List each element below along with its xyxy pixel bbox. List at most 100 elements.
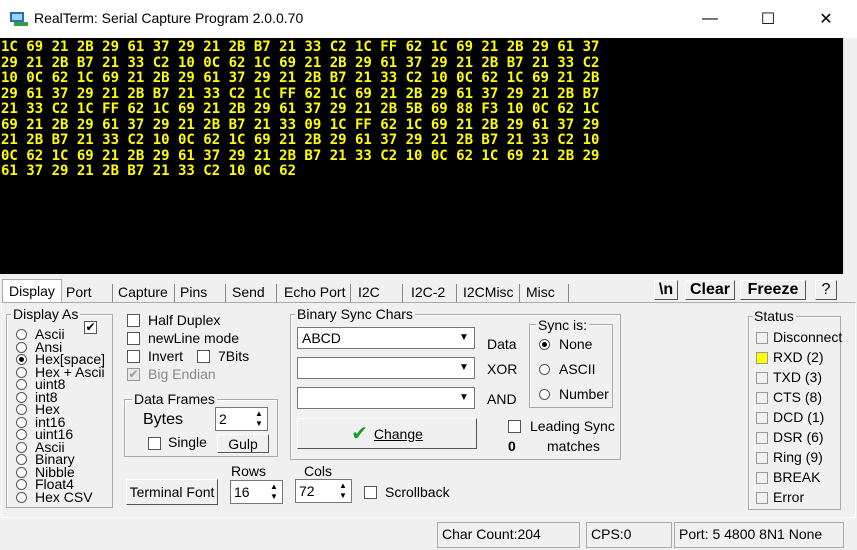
- tab-divider: [276, 284, 277, 302]
- display-as-radio[interactable]: [16, 429, 27, 440]
- data-frames-label: Data Frames: [132, 391, 217, 407]
- terminal-line: 61 37 29 21 2B B7 21 33 C2 10 0C 62: [1, 163, 297, 179]
- status-item-label: DCD (1): [773, 409, 825, 425]
- tab-divider: [519, 284, 520, 302]
- tab-divider: [568, 284, 569, 302]
- big-endian-label: Big Endian: [148, 366, 216, 382]
- sync-data-value: ABCD: [302, 330, 341, 346]
- terminal-line: 21 33 C2 1C FF 62 1C 69 21 2B 29 61 37 2…: [1, 101, 600, 117]
- tab-echo-port[interactable]: Echo Port: [284, 282, 345, 302]
- newline-mode-checkbox[interactable]: [127, 332, 140, 345]
- tab-divider: [456, 284, 457, 302]
- tab-i2c-2[interactable]: I2C-2: [411, 282, 445, 302]
- 7bits-label: 7Bits: [218, 348, 250, 364]
- display-as-radio[interactable]: [16, 354, 27, 365]
- tab-i2c[interactable]: I2C: [358, 282, 380, 302]
- terminal-line: 0C 62 1C 69 21 2B 29 61 37 29 21 2B B7 2…: [1, 147, 600, 164]
- cols-label: Cols: [304, 463, 333, 479]
- chevron-down-icon[interactable]: ▼: [456, 330, 472, 346]
- newline-mode-label: newLine mode: [148, 330, 240, 346]
- minimize-icon: —: [702, 10, 718, 27]
- minimize-button[interactable]: —: [681, 0, 739, 38]
- rows-label: Rows: [231, 463, 267, 479]
- display-as-option-label: Hex CSV: [35, 488, 93, 505]
- window-title: RealTerm: Serial Capture Program 2.0.0.7…: [34, 10, 304, 26]
- display-as-radio[interactable]: [16, 366, 27, 378]
- tab-divider: [402, 284, 403, 302]
- sync-xor-combo[interactable]: ▼: [297, 357, 475, 379]
- display-as-radio[interactable]: [16, 404, 27, 415]
- cols-spinner[interactable]: 72 ▲ ▼: [295, 479, 352, 503]
- invert-checkbox[interactable]: [127, 350, 140, 363]
- sync-is-radio[interactable]: [539, 339, 550, 350]
- status-item-label: BREAK: [773, 469, 821, 485]
- sync-data-combo[interactable]: ABCD ▼: [297, 327, 475, 349]
- terminal-scrollbar[interactable]: [843, 38, 857, 274]
- newline-button[interactable]: \n: [654, 280, 678, 300]
- status-item-label: Error: [773, 489, 805, 505]
- tab-pins[interactable]: Pins: [180, 282, 207, 302]
- display-as-radio[interactable]: [16, 441, 27, 453]
- leading-sync-checkbox[interactable]: [508, 420, 521, 433]
- chevron-down-icon[interactable]: ▼: [456, 390, 472, 406]
- sync-and-combo[interactable]: ▼: [297, 387, 475, 409]
- display-as-checkbox[interactable]: ✔: [84, 321, 97, 334]
- display-as-radio[interactable]: [16, 416, 27, 428]
- sync-is-option-label: None: [559, 336, 593, 352]
- scrollback-checkbox[interactable]: [364, 486, 377, 499]
- tab-display[interactable]: Display: [2, 279, 62, 303]
- gulp-button[interactable]: Gulp: [217, 434, 269, 453]
- status-led: [756, 332, 768, 344]
- display-as-radio[interactable]: [16, 341, 27, 353]
- status-item-label: RXD (2): [773, 349, 824, 365]
- tab-i2cmisc[interactable]: I2CMisc: [463, 282, 514, 302]
- status-item-label: DSR (6): [773, 429, 824, 445]
- half-duplex-checkbox[interactable]: [127, 314, 140, 327]
- spin-arrows-icon[interactable]: ▲ ▼: [267, 482, 281, 502]
- terminal-output[interactable]: 1C 69 21 2B 29 61 37 29 21 2B B7 21 33 C…: [0, 38, 843, 274]
- display-as-radio[interactable]: [16, 454, 27, 465]
- terminal-line: 1C 69 21 2B 29 61 37 29 21 2B B7 21 33 C…: [1, 39, 600, 55]
- spin-arrows-icon[interactable]: ▲ ▼: [252, 409, 266, 429]
- invert-label: Invert: [148, 348, 184, 364]
- status-led: [756, 492, 768, 504]
- status-item-label: CTS (8): [773, 389, 822, 405]
- display-as-radio[interactable]: [16, 379, 27, 390]
- help-button[interactable]: ?: [815, 280, 837, 300]
- chevron-down-icon[interactable]: ▼: [456, 360, 472, 376]
- sync-is-radio[interactable]: [539, 364, 550, 375]
- sync-is-label: Sync is:: [536, 317, 590, 333]
- tab-capture[interactable]: Capture: [118, 282, 168, 302]
- green-checkmark-icon: ✔: [351, 423, 368, 445]
- single-checkbox[interactable]: [148, 437, 161, 450]
- bytes-spinner[interactable]: 2 ▲ ▼: [215, 407, 268, 431]
- tab-port[interactable]: Port: [66, 282, 92, 302]
- maximize-button[interactable]: ☐: [739, 0, 797, 38]
- status-led: [756, 352, 768, 364]
- display-as-radio[interactable]: [16, 466, 27, 478]
- close-button[interactable]: ✕: [797, 0, 855, 38]
- terminal-font-button[interactable]: Terminal Font: [126, 479, 218, 505]
- rows-spinner[interactable]: 16 ▲ ▼: [230, 480, 283, 504]
- display-as-radio[interactable]: [16, 491, 27, 503]
- status-label: Status: [752, 308, 796, 324]
- cols-value: 72: [299, 483, 315, 499]
- big-endian-checkbox: ✔: [127, 367, 140, 381]
- change-button[interactable]: ✔ Change: [297, 418, 477, 449]
- status-led: [756, 372, 768, 384]
- spin-arrows-icon[interactable]: ▲ ▼: [336, 481, 350, 501]
- display-as-radio[interactable]: [16, 329, 27, 340]
- 7bits-checkbox[interactable]: [197, 350, 210, 363]
- sync-is-radio[interactable]: [539, 389, 550, 400]
- tab-misc[interactable]: Misc: [526, 282, 555, 302]
- bytes-label: Bytes: [143, 411, 184, 428]
- display-as-radio[interactable]: [16, 391, 27, 403]
- display-as-radio[interactable]: [16, 479, 27, 490]
- tab-divider: [225, 284, 226, 302]
- matches-count: 0: [508, 438, 516, 454]
- tab-send[interactable]: Send: [232, 282, 265, 302]
- clear-button[interactable]: Clear: [685, 280, 735, 300]
- and-label: AND: [487, 391, 517, 407]
- freeze-button[interactable]: Freeze: [740, 280, 806, 300]
- close-icon: ✕: [819, 11, 833, 28]
